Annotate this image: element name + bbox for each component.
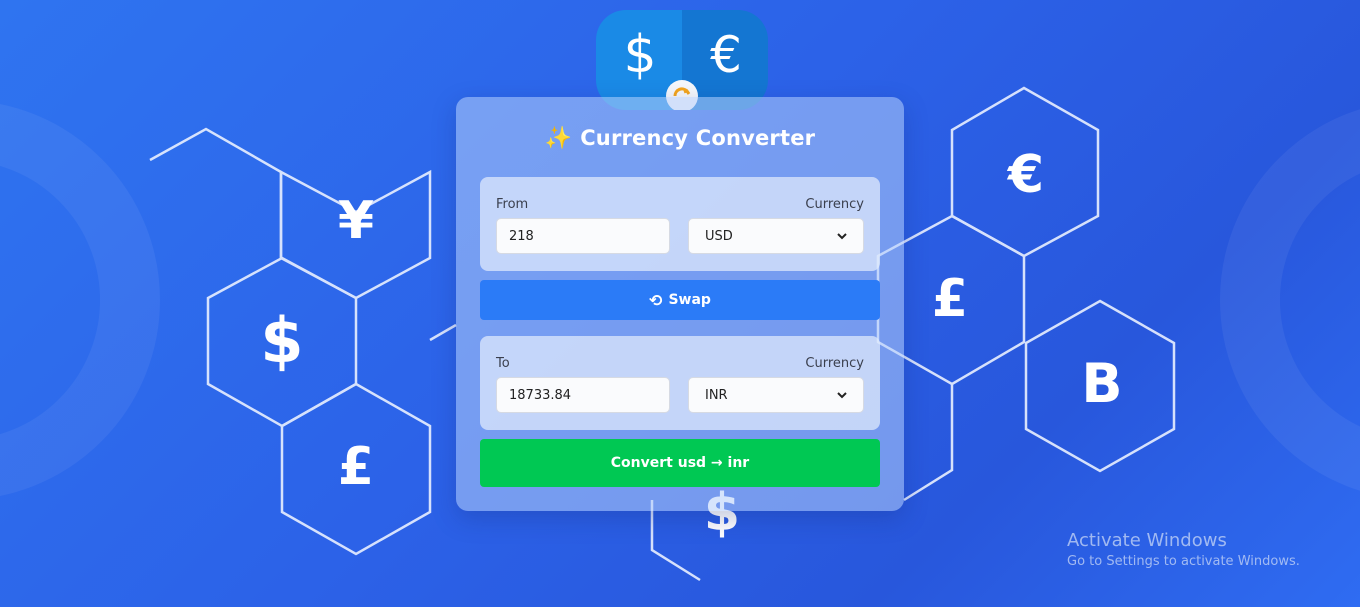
chevron-down-icon (837, 391, 847, 398)
to-currency-select[interactable]: INR (688, 377, 864, 413)
logo-euro-icon: € (710, 26, 742, 84)
watermark-subtitle: Go to Settings to activate Windows. (1067, 554, 1300, 569)
to-currency-label: Currency (805, 356, 864, 371)
from-currency-label: Currency (805, 197, 864, 212)
sparkles-icon: ✨ (544, 125, 573, 151)
card-header: ✨ Currency Converter (456, 123, 904, 153)
from-amount-value: 218 (509, 228, 534, 244)
from-currency-select[interactable]: USD (688, 218, 864, 254)
pound-symbol: £ (338, 437, 374, 497)
activate-windows-watermark: Activate Windows Go to Settings to activ… (1067, 530, 1300, 569)
to-currency-value: INR (705, 387, 728, 403)
yen-symbol: ¥ (338, 191, 374, 251)
watermark-title: Activate Windows (1067, 530, 1227, 551)
converter-card: ✨ Currency Converter From Currency 218 U… (456, 97, 904, 511)
logo-dollar-icon: $ (623, 25, 656, 85)
pound-symbol-right: £ (932, 269, 968, 329)
to-label: To (496, 356, 510, 371)
app-logo: $ € (596, 10, 768, 110)
bitcoin-symbol: B (1081, 352, 1122, 415)
to-panel: To Currency 18733.84 INR (480, 336, 880, 430)
from-amount-input[interactable]: 218 (496, 218, 670, 254)
chevron-down-icon (837, 232, 847, 239)
from-label: From (496, 197, 529, 212)
page-title: Currency Converter (580, 126, 816, 150)
swap-button[interactable]: ⟲ Swap (480, 280, 880, 320)
from-currency-value: USD (705, 228, 733, 244)
euro-symbol: € (1007, 145, 1044, 205)
dollar-symbol: $ (260, 304, 303, 377)
to-amount-input[interactable]: 18733.84 (496, 377, 670, 413)
convert-button[interactable]: Convert usd → inr (480, 439, 880, 487)
to-amount-value: 18733.84 (509, 387, 572, 403)
refresh-icon: ⟲ (649, 290, 663, 310)
convert-label: Convert usd → inr (610, 455, 750, 471)
from-panel: From Currency 218 USD (480, 177, 880, 271)
swap-label: Swap (668, 292, 711, 308)
